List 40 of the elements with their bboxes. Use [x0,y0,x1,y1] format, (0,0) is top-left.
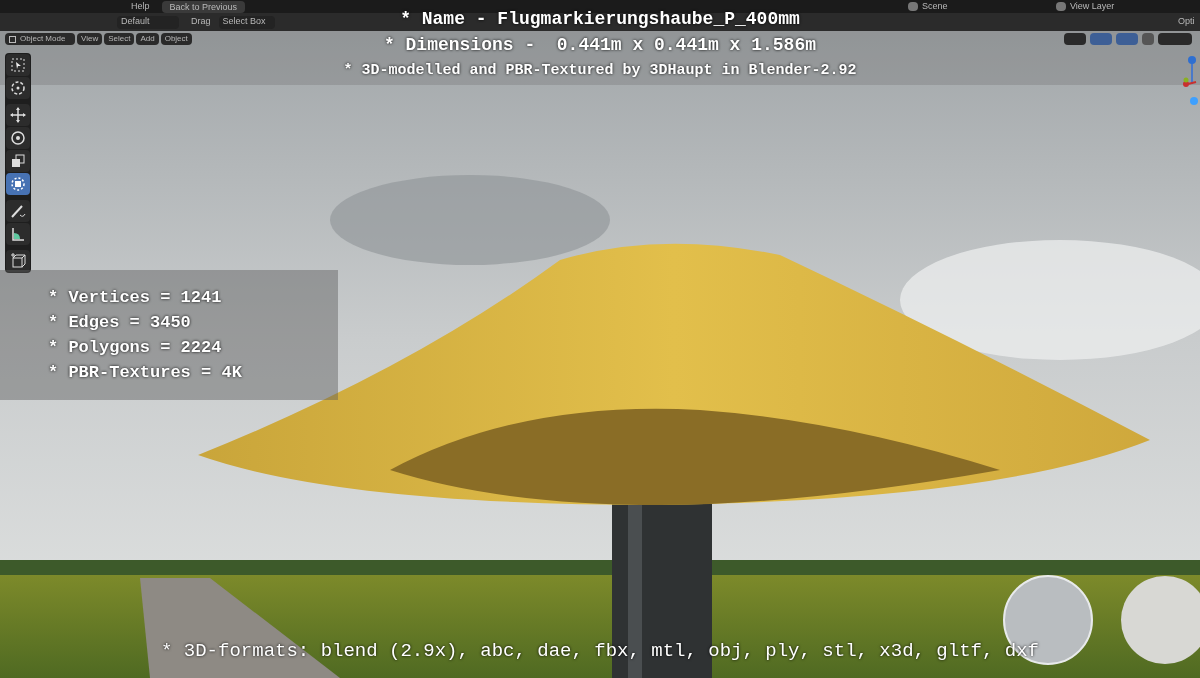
stat-line: * Edges = 3450 [48,312,192,334]
tool-button[interactable] [6,173,30,195]
view-layer-icon[interactable] [1056,2,1066,11]
measure-tool-icon [9,225,27,243]
menu-item[interactable]: Help [131,0,150,14]
object-mode-dropdown[interactable]: Object Mode [5,33,75,45]
stat-line: * Vertices = 1241 [48,287,223,309]
tool-button[interactable] [6,104,30,126]
tool-button[interactable] [6,223,30,245]
back-to-previous-button[interactable]: Back to Previous [161,0,246,13]
tool-button[interactable] [6,127,30,149]
scene-icon[interactable] [908,2,918,11]
tool-button[interactable] [6,77,30,99]
header-menu[interactable]: View [77,33,103,45]
tool-button[interactable] [6,200,30,222]
header-menu[interactable]: Object [160,33,192,45]
stat-line: * PBR-Textures = 4K [48,362,243,384]
header-menu[interactable]: Add [136,33,159,45]
rotate-tool-icon [9,129,27,147]
orientation-dropdown[interactable]: Default [117,15,179,29]
view-layer-selector[interactable]: View Layer [1070,0,1140,14]
cursor-tool-icon [9,79,27,97]
select-tool-icon [9,56,27,74]
cube-icon [9,35,16,43]
drag-label: Drag [191,15,211,29]
header-menu[interactable]: Select [104,33,135,45]
tool-button[interactable] [6,150,30,172]
transform-tool-icon [9,175,27,193]
move-tool-icon [9,106,27,124]
tool-button[interactable] [6,54,30,76]
tool-button[interactable] [6,250,30,272]
stat-line: * Polygons = 2224 [48,337,223,359]
title-line: * Name - Flugmarkierungshaube_P_400mm [400,8,800,31]
title-line: * Dimensions - 0.441m x 0.441m x 1.586m [383,34,817,57]
drag-mode-dropdown[interactable]: Select Box [218,15,275,29]
scale-tool-icon [9,152,27,170]
scene-selector[interactable]: Scene [922,0,1052,14]
add-cube-tool-icon [9,252,27,270]
title-line: * 3D-modelled and PBR-Textured by 3DHaupt in Blender-2.92 [343,61,857,81]
options-menu[interactable]: Opti [1178,15,1200,29]
